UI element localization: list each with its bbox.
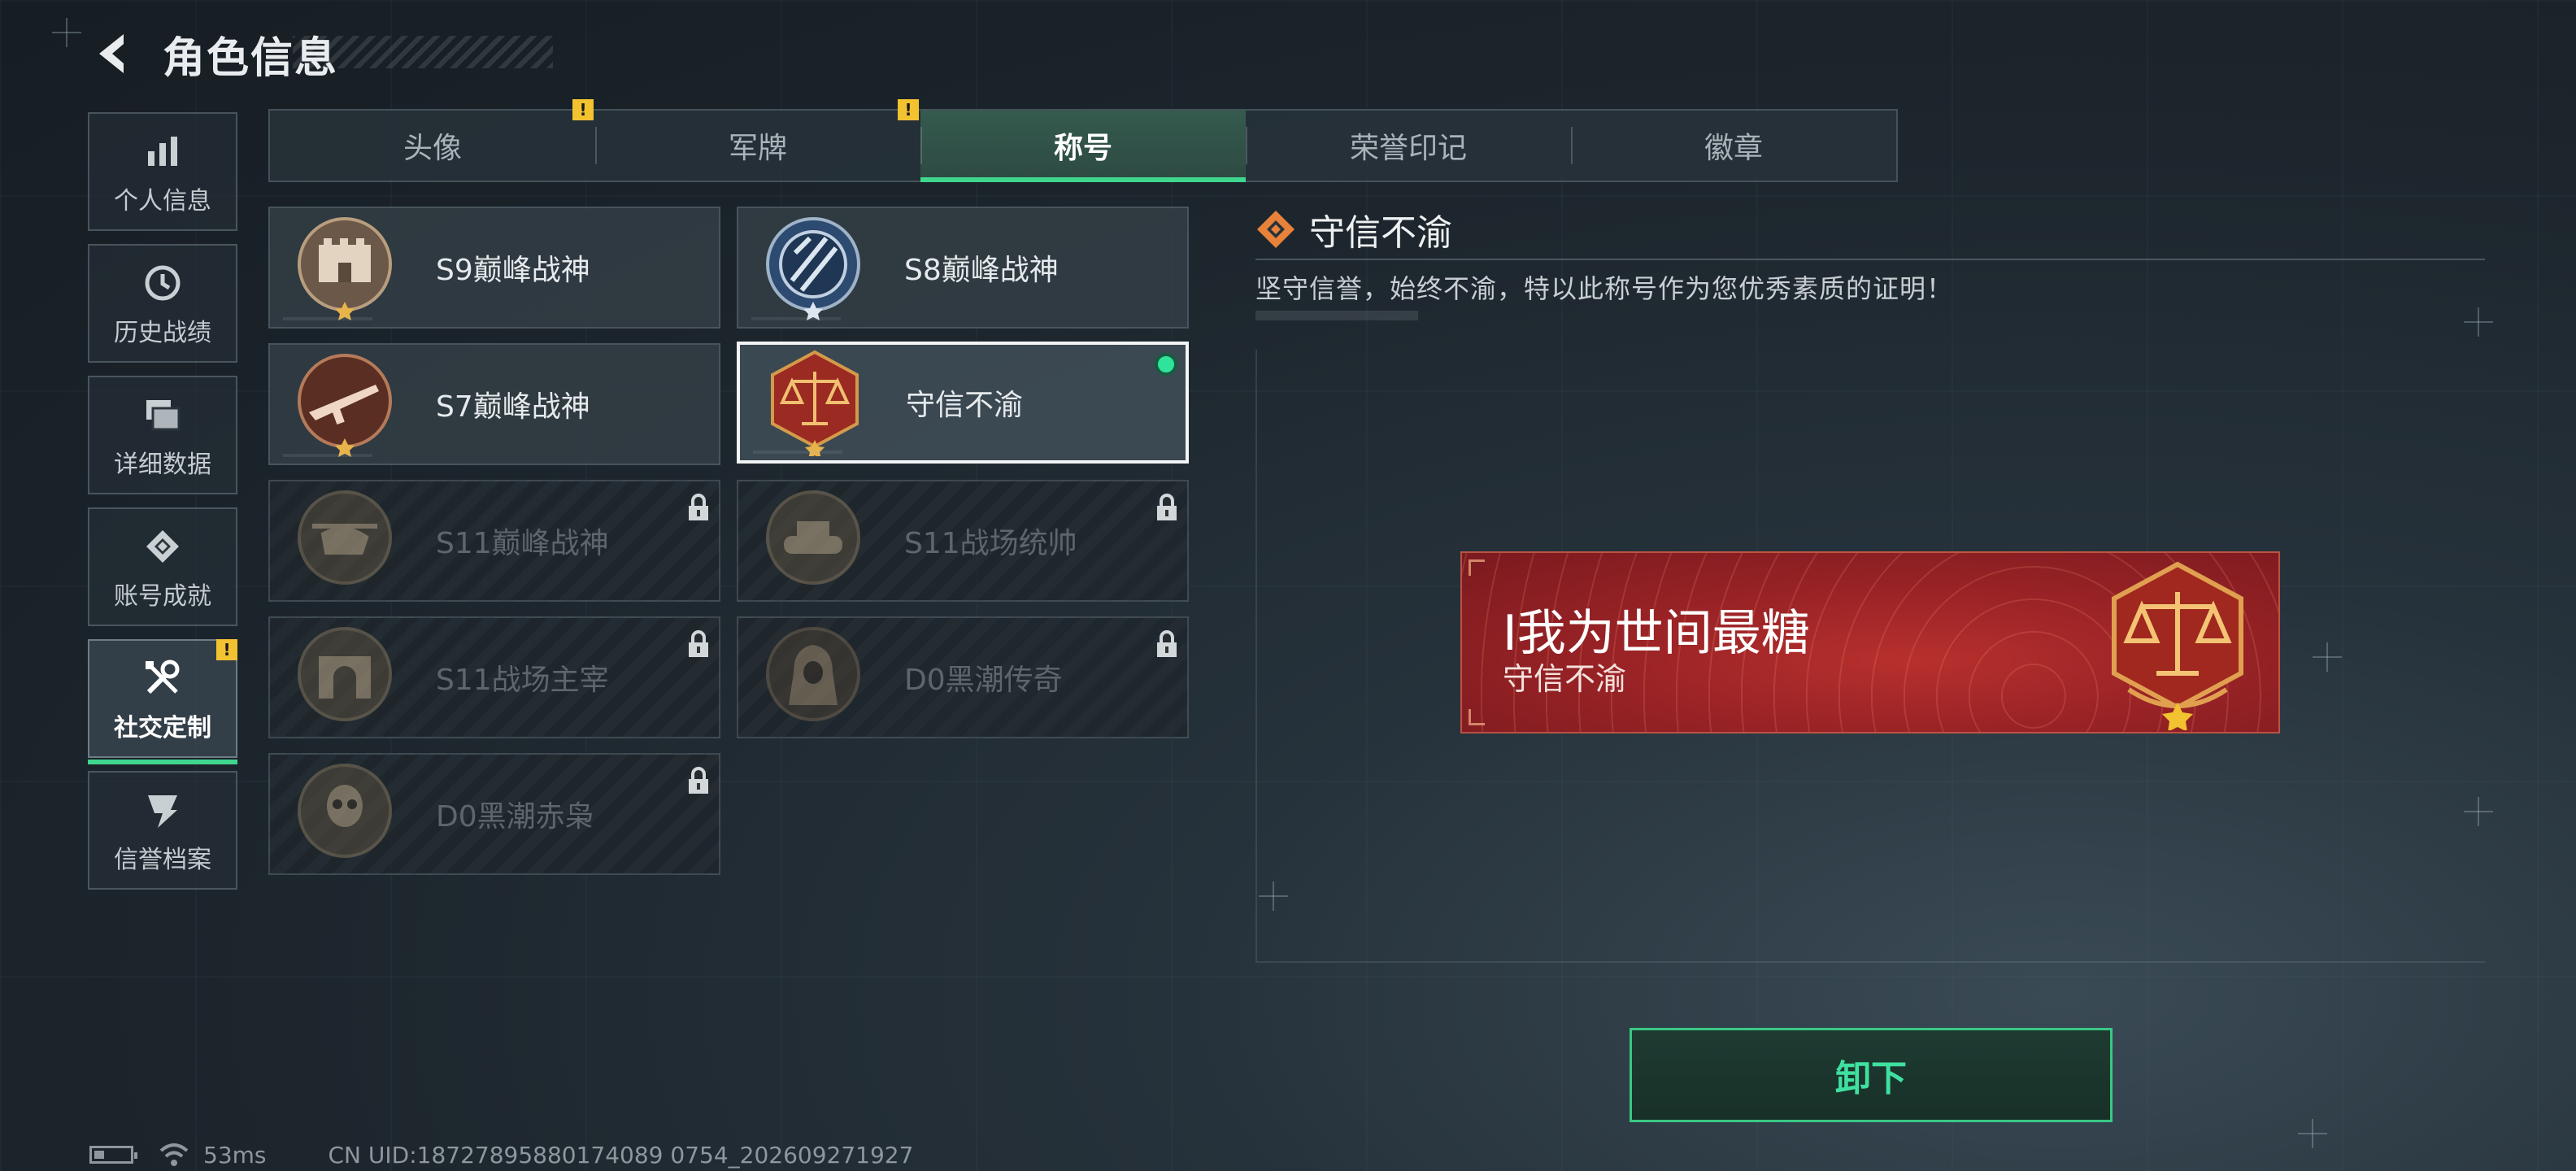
tab-label: 头像 bbox=[402, 132, 462, 165]
page-header: 角色信息 bbox=[89, 23, 338, 85]
sidebar-item-personal-info[interactable]: 个人信息 bbox=[88, 112, 237, 231]
card-decor-text bbox=[753, 451, 842, 454]
scales-emblem-icon bbox=[771, 350, 859, 456]
title-card-locked[interactable]: D0黑潮传奇 bbox=[737, 616, 1189, 738]
detail-title: 守信不渝 bbox=[1309, 212, 1452, 254]
sidebar-item-social-custom[interactable]: ! 社交定制 bbox=[88, 639, 237, 764]
back-button[interactable] bbox=[89, 29, 138, 78]
tab-title[interactable]: 称号 bbox=[920, 111, 1246, 182]
card-decor-text bbox=[283, 317, 372, 320]
title-card[interactable]: S9巅峰战神 bbox=[268, 207, 720, 329]
lock-icon bbox=[1157, 630, 1177, 657]
sidebar-item-achievements[interactable]: 账号成就 bbox=[88, 507, 237, 626]
sidebar-item-label: 社交定制 bbox=[114, 714, 211, 742]
notification-badge: ! bbox=[572, 99, 594, 120]
player-uid: CN UID:18727895880174089 0754_2026092719… bbox=[328, 1141, 914, 1169]
page-title: 角色信息 bbox=[163, 33, 339, 83]
decor-cross bbox=[52, 18, 81, 47]
equipped-indicator bbox=[1155, 353, 1177, 376]
title-name: 守信不渝 bbox=[906, 389, 1024, 422]
stacked-cards-icon bbox=[138, 390, 187, 439]
diamond-bullet-icon bbox=[1257, 211, 1295, 248]
title-name: D0黑潮传奇 bbox=[904, 664, 1063, 697]
banner-corner bbox=[1469, 559, 1485, 576]
tab-label: 称号 bbox=[1053, 132, 1112, 165]
sidebar-item-label: 历史战绩 bbox=[114, 319, 211, 347]
status-bar: 53ms CN UID:18727895880174089 0754_20260… bbox=[89, 1138, 913, 1171]
title-name: S11战场主宰 bbox=[436, 664, 609, 697]
title-card-selected[interactable]: 守信不渝 bbox=[737, 342, 1189, 464]
title-name: S11战场统帅 bbox=[904, 527, 1077, 560]
title-card[interactable]: S7巅峰战神 bbox=[268, 343, 720, 465]
lock-icon bbox=[1157, 494, 1177, 520]
title-name: S9巅峰战神 bbox=[436, 254, 590, 287]
tab-avatar[interactable]: 头像 ! bbox=[270, 99, 595, 181]
back-arrow-icon bbox=[99, 34, 124, 73]
sidebar-item-label: 个人信息 bbox=[114, 187, 211, 215]
lock-icon bbox=[689, 767, 708, 794]
card-decor-text bbox=[283, 454, 372, 457]
unequip-button[interactable]: 卸下 bbox=[1630, 1028, 2113, 1122]
banner-corner bbox=[1469, 709, 1485, 725]
skull-wings-emblem-icon bbox=[298, 764, 392, 858]
credit-shield-icon bbox=[138, 786, 187, 834]
divider bbox=[1255, 259, 2485, 260]
wifi-icon bbox=[159, 1143, 189, 1166]
helicopter-emblem-icon bbox=[298, 490, 392, 585]
title-card-locked[interactable]: D0黑潮赤枭 bbox=[268, 753, 720, 875]
hooded-figure-emblem-icon bbox=[766, 627, 860, 721]
sidebar-item-credit-profile[interactable]: 信誉档案 bbox=[88, 771, 237, 890]
title-name: S7巅峰战神 bbox=[436, 390, 590, 424]
lock-icon bbox=[689, 494, 708, 520]
history-clock-icon bbox=[138, 259, 187, 307]
detail-decor-text bbox=[1255, 311, 1418, 320]
tab-badge[interactable]: 徽章 bbox=[1571, 111, 1896, 181]
tab-honor-mark[interactable]: 荣誉印记 bbox=[1246, 111, 1571, 181]
tab-dog-tag[interactable]: 军牌 ! bbox=[595, 99, 920, 181]
bar-chart-icon bbox=[138, 127, 187, 176]
rifle-emblem-icon bbox=[298, 354, 392, 457]
card-decor-text bbox=[751, 317, 841, 320]
sidebar-item-history[interactable]: 历史战绩 bbox=[88, 244, 237, 363]
detail-header: 守信不渝 bbox=[1255, 203, 1452, 255]
title-card-locked[interactable]: S11战场统帅 bbox=[737, 480, 1189, 602]
blue-stripes-emblem-icon bbox=[766, 217, 860, 320]
tools-icon bbox=[138, 654, 187, 703]
sidebar-item-label: 账号成就 bbox=[114, 582, 211, 611]
title-name: D0黑潮赤枭 bbox=[436, 800, 594, 834]
achievement-icon bbox=[138, 522, 187, 571]
title-name: S11巅峰战神 bbox=[436, 527, 609, 560]
title-name: S8巅峰战神 bbox=[904, 254, 1059, 287]
detail-description: 坚守信誉，始终不渝，特以此称号作为您优秀素质的证明！ bbox=[1255, 273, 1954, 304]
tank-emblem-icon bbox=[766, 490, 860, 585]
title-card-locked[interactable]: S11战场主宰 bbox=[268, 616, 720, 738]
decor-cross bbox=[2464, 307, 2493, 337]
notification-badge: ! bbox=[898, 99, 919, 120]
lock-icon bbox=[689, 630, 708, 657]
title-card-locked[interactable]: S11巅峰战神 bbox=[268, 480, 720, 602]
ping-value: 53ms bbox=[203, 1141, 267, 1169]
category-tabs: 头像 ! 军牌 ! 称号 荣誉印记 徽章 bbox=[268, 99, 1898, 182]
decor-cross bbox=[2298, 1119, 2327, 1148]
arch-emblem-icon bbox=[298, 627, 392, 721]
scales-emblem-icon bbox=[2112, 561, 2243, 730]
notification-badge: ! bbox=[216, 639, 237, 660]
sidebar-item-detailed-data[interactable]: 详细数据 bbox=[88, 376, 237, 494]
sidebar-item-label: 信誉档案 bbox=[114, 846, 211, 874]
battery-icon bbox=[89, 1146, 137, 1164]
tab-label: 军牌 bbox=[728, 132, 787, 165]
banner-title-text: 守信不渝 bbox=[1503, 661, 1627, 697]
title-banner-preview: I我为世间最糖 守信不渝 bbox=[1460, 551, 2280, 734]
sidebar-item-label: 详细数据 bbox=[114, 451, 211, 479]
tab-label: 徽章 bbox=[1704, 132, 1763, 165]
title-card[interactable]: S8巅峰战神 bbox=[737, 207, 1189, 329]
tab-label: 荣誉印记 bbox=[1349, 132, 1467, 165]
fortress-emblem-icon bbox=[298, 217, 392, 320]
